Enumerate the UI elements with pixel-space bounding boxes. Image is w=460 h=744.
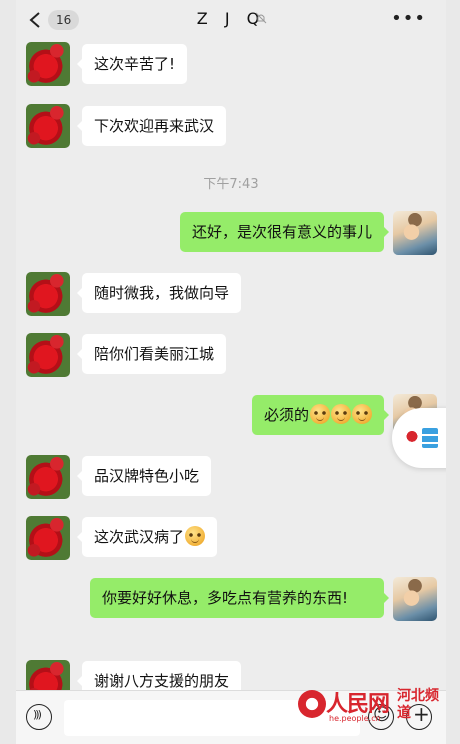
grimace-emoji-icon xyxy=(331,404,351,424)
message-bubble[interactable]: 还好，是次很有意义的事儿 xyxy=(179,212,390,252)
watermark-region: 河北频道 xyxy=(397,688,439,721)
message-bubble[interactable]: 下次欢迎再来武汉 xyxy=(76,106,227,146)
message-bubble[interactable]: 这次辛苦了! xyxy=(76,44,188,84)
widget-app-icon xyxy=(422,428,438,448)
more-options-button[interactable]: ••• xyxy=(391,8,426,29)
pleading-emoji-icon xyxy=(185,526,206,546)
contact-avatar[interactable] xyxy=(26,455,70,499)
message-list[interactable]: 这次辛苦了! 下次欢迎再来武汉 下午7:43 还好，是次很有意义的事儿 随时微我… xyxy=(16,40,446,704)
floating-app-widget[interactable] xyxy=(392,408,446,468)
message-text: 必须的 xyxy=(263,406,309,424)
message-text: 这次武汉病了 xyxy=(94,528,185,546)
chat-title: Z J Q xyxy=(196,9,266,28)
message-bubble[interactable]: 必须的 xyxy=(251,395,390,435)
contact-avatar[interactable] xyxy=(26,104,70,148)
message-bubble[interactable]: 这次武汉病了 xyxy=(76,517,218,557)
contact-avatar[interactable] xyxy=(26,516,70,560)
message-bubble[interactable]: 随时微我，我做向导 xyxy=(76,273,242,313)
watermark-logo-icon xyxy=(298,690,326,718)
grimace-emoji-icon xyxy=(352,404,372,424)
message-bubble[interactable]: 陪你们看美丽江城 xyxy=(76,334,227,374)
voice-icon[interactable] xyxy=(26,704,52,730)
chat-header: 16 Z J Q ••• xyxy=(16,0,446,40)
self-avatar[interactable] xyxy=(393,211,437,255)
contact-avatar[interactable] xyxy=(26,272,70,316)
watermark: 人民网 河北频道 he.people.cn xyxy=(296,684,446,740)
watermark-url: he.people.cn xyxy=(329,714,381,723)
mute-icon xyxy=(255,12,267,24)
contact-avatar[interactable] xyxy=(26,333,70,377)
grimace-emoji-icon xyxy=(310,404,330,424)
widget-logo-icon xyxy=(405,430,419,446)
message-timestamp: 下午7:43 xyxy=(203,177,259,192)
chat-screen: 16 Z J Q ••• 这次辛苦了! 下次欢迎再来武汉 下午7:43 还好，是… xyxy=(16,0,446,744)
contact-avatar[interactable] xyxy=(26,42,70,86)
message-bubble[interactable]: 你要好好休息，多吃点有营养的东西! xyxy=(90,578,389,618)
self-avatar[interactable] xyxy=(393,577,437,621)
message-bubble[interactable]: 品汉牌特色小吃 xyxy=(76,456,212,496)
